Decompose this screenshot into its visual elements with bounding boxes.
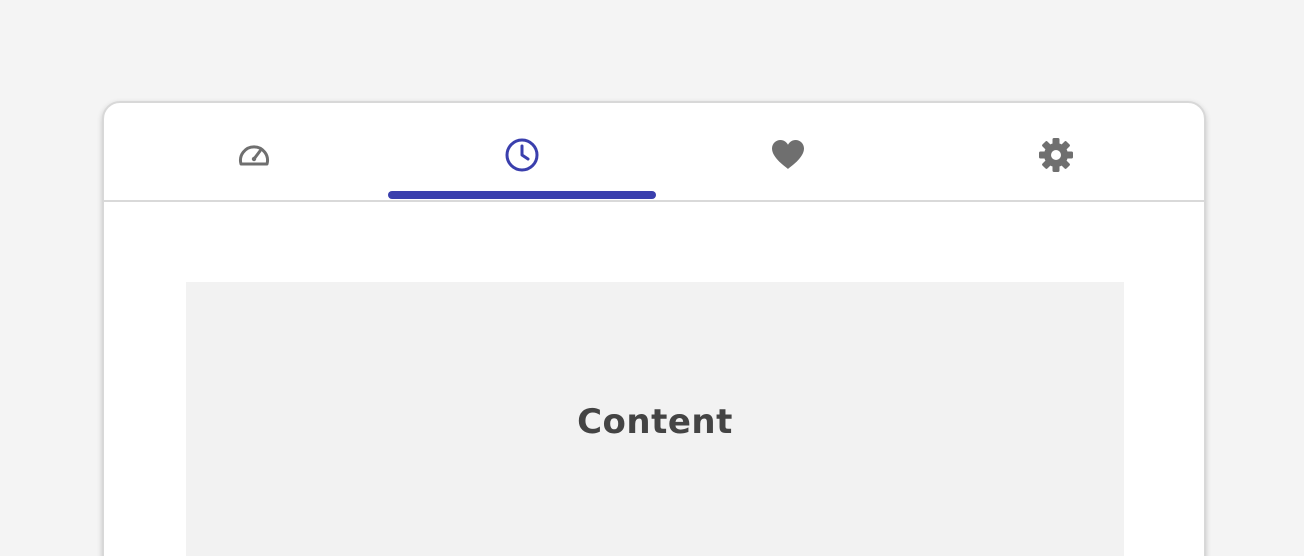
content-panel: Content	[186, 282, 1124, 556]
gear-icon	[1038, 137, 1074, 173]
page: Content	[0, 0, 1304, 556]
speedometer-icon	[236, 137, 272, 173]
tabbed-card: Content	[102, 101, 1206, 556]
heart-icon	[770, 137, 806, 173]
tab-dashboard[interactable]	[120, 103, 388, 200]
tab-bar	[104, 103, 1204, 202]
tab-history[interactable]	[388, 103, 656, 200]
active-tab-indicator	[388, 191, 656, 199]
tab-settings[interactable]	[922, 103, 1190, 200]
content-label: Content	[577, 402, 733, 442]
clock-icon	[504, 137, 540, 173]
tab-favorites[interactable]	[654, 103, 922, 200]
